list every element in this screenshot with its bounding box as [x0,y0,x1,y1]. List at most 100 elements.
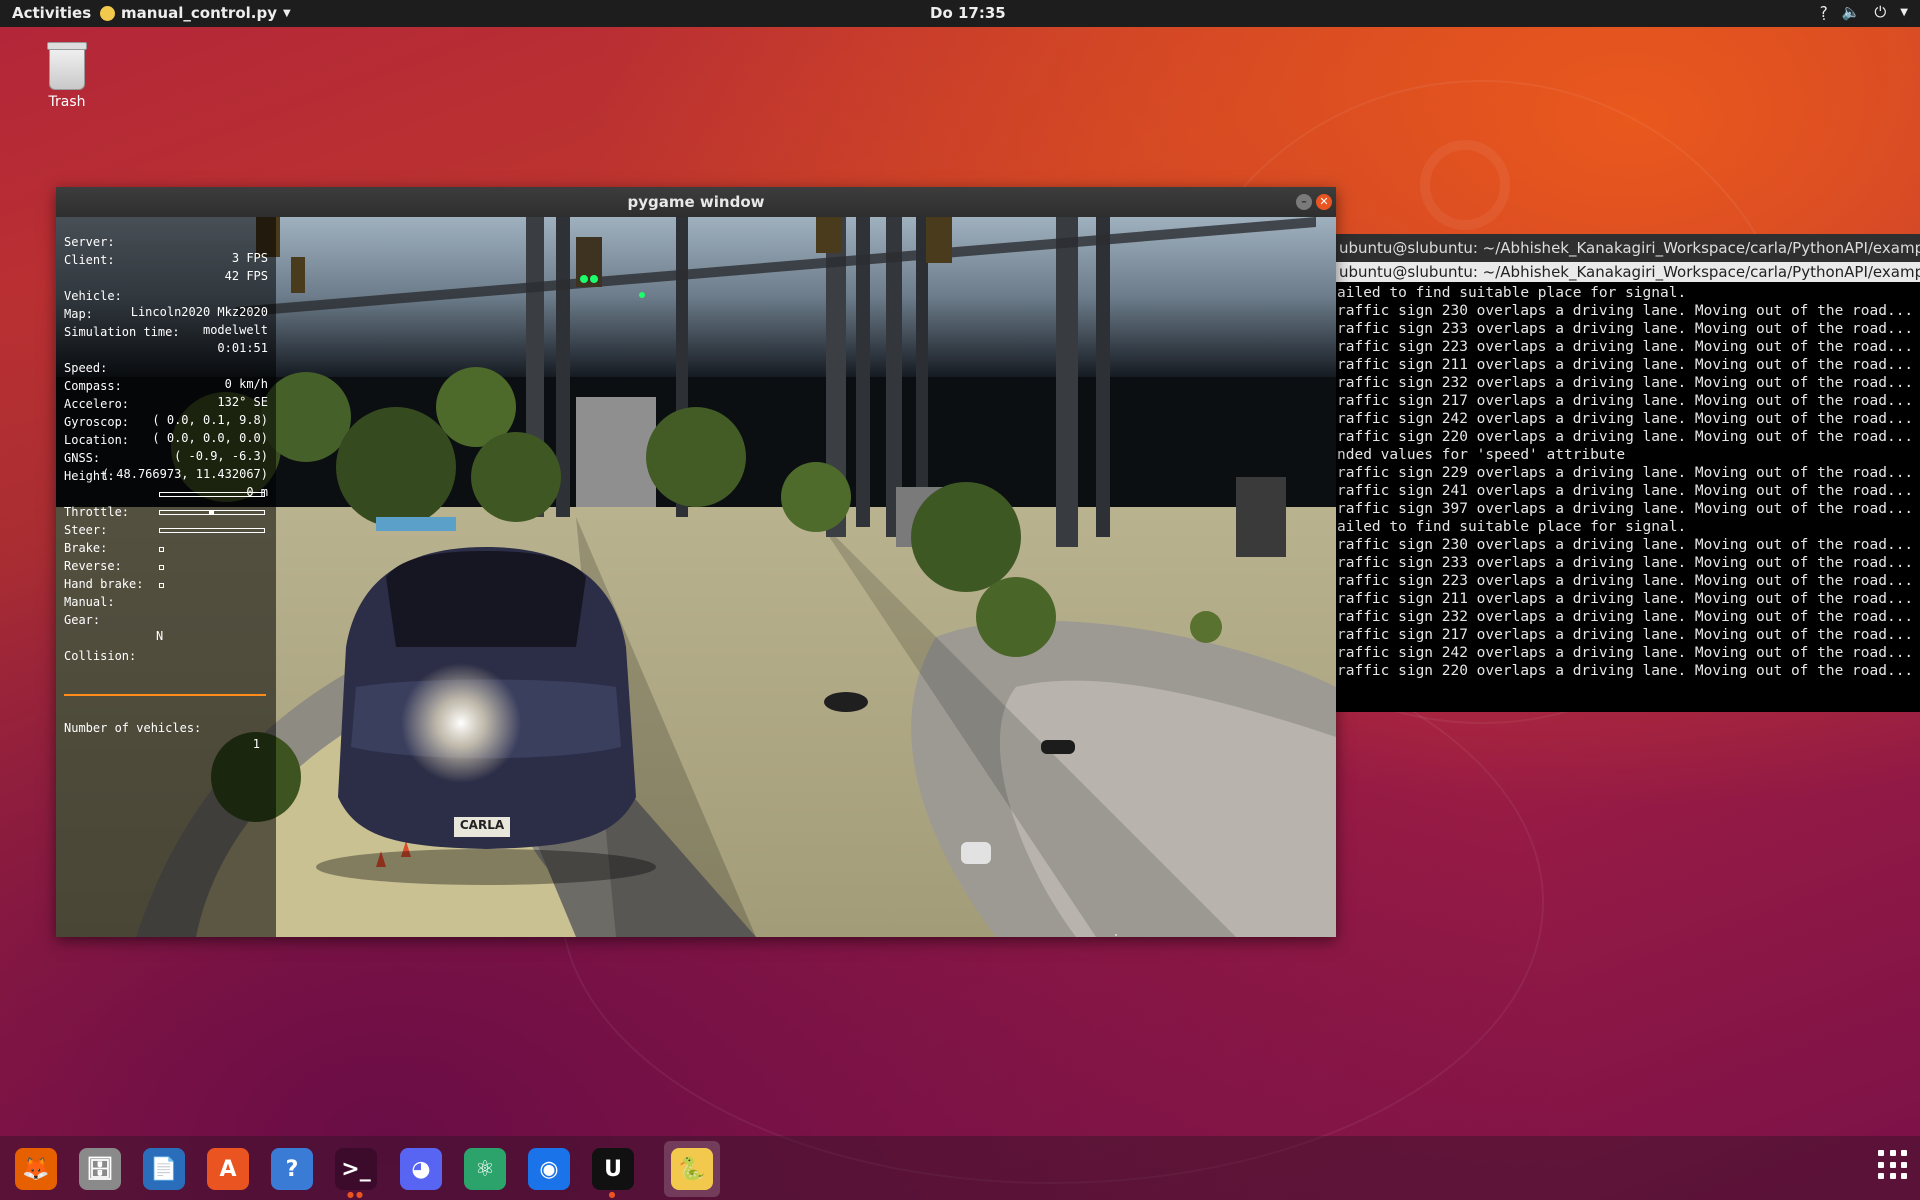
hud-label: Client: [64,253,115,267]
grid-dot [1878,1173,1884,1180]
dock-item-python-app[interactable]: 🐍 [664,1141,720,1197]
hud-reverse: Reverse: [64,542,268,573]
grid-dot [1901,1173,1908,1180]
terminal-line: raffic sign 229 overlaps a driving lane.… [1337,465,1914,481]
hud-compass: Compass: 132° SE [64,362,268,409]
terminal-line: raffic sign 397 overlaps a driving lane.… [1337,501,1914,517]
hud-gnss: GNSS: ( 48.766973, 11.432067) [64,434,268,481]
dock-item-chrome[interactable]: ◉ [521,1141,577,1197]
system-tray[interactable]: ?̣ 🔈 ⏻ ▼ [1820,3,1908,23]
terminal-line: raffic sign 232 overlaps a driving lane.… [1337,375,1914,391]
trash-icon [47,42,87,90]
window-title: pygame window [627,193,765,211]
dock-item-unreal-engine[interactable]: U ● [585,1141,641,1199]
terminal-line: raffic sign 232 overlaps a driving lane.… [1337,609,1914,625]
terminal-line: raffic sign 242 overlaps a driving lane.… [1337,411,1914,427]
close-button[interactable]: ✕ [1316,194,1332,210]
hud-client: Client: 42 FPS [64,236,268,283]
grid-dot [1901,1161,1908,1168]
terminal-line: raffic sign 220 overlaps a driving lane.… [1337,663,1914,679]
trash-desktop-icon[interactable]: Trash [40,42,94,110]
steer-bar [159,510,265,515]
simulation-view[interactable]: CARLA Server: 3 FPS Client: 42 FPS Vehic… [56,217,1336,937]
hud-label: Gear: [64,613,101,627]
brake-bar [159,528,265,533]
terminal-line: raffic sign 217 overlaps a driving lane.… [1337,627,1914,643]
running-indicator: ● [608,1190,618,1199]
volume-icon[interactable]: 🔈 [1842,3,1861,23]
dock-item-help[interactable]: ? [264,1141,320,1197]
terminal-line: raffic sign 223 overlaps a driving lane.… [1337,339,1914,355]
hud-throttle: Throttle: [64,488,268,519]
software-center-icon: A [207,1148,249,1190]
hand-brake-checkbox [159,565,164,570]
chrome-icon: ◉ [528,1148,570,1190]
grid-dot [1878,1150,1884,1156]
terminal-line: raffic sign 233 overlaps a driving lane.… [1337,555,1914,571]
terminal-window[interactable]: ubuntu@slubuntu: ~/Abhishek_Kanakagiri_W… [1335,234,1920,712]
dock: 🦊 🗄 📄 A? >_ ●● ◕ ⚛ ◉ U ● 🐍 [0,1136,1920,1200]
terminal-line: nded values for 'speed' attribute [1337,447,1626,463]
terminal-line: raffic sign 211 overlaps a driving lane.… [1337,591,1914,607]
terminal-line: raffic sign 241 overlaps a driving lane.… [1337,483,1914,499]
python-icon [100,5,115,21]
atom-icon: ⚛ [464,1148,506,1190]
hud-sim-time: Simulation time: 0:01:51 [64,308,268,355]
terminal-line: ailed to find suitable place for signal. [1337,285,1687,301]
writer-icon: 📄 [143,1148,185,1190]
dock-item-software-center[interactable]: A [200,1141,256,1197]
dock-item-files[interactable]: 🗄 [72,1141,128,1197]
power-icon[interactable]: ⏻ [1874,3,1886,23]
hud-label: Height: [64,469,115,483]
chevron-down-icon: ▼ [1900,7,1908,18]
chevron-down-icon: ▼ [282,7,291,19]
app-menu-label: manual_control.py [121,4,277,22]
wallpaper-ring [1420,140,1510,230]
terminal-line: raffic sign 223 overlaps a driving lane.… [1337,573,1914,589]
terminal-line: raffic sign 230 overlaps a driving lane.… [1337,303,1914,319]
hud-height: Height: -0 m [64,452,268,499]
hud-speed: Speed: 0 km/h [64,344,268,391]
hud-collision: Collision: [64,632,268,663]
terminal-line: ailed to find suitable place for signal. [1337,519,1687,535]
app-menu[interactable]: manual_control.py ▼ [100,4,291,22]
pygame-window[interactable]: pygame window – ✕ CARLA Server: 3 FPS Cl… [56,187,1336,937]
hud-label: Collision: [64,649,137,663]
hud-location: Location: ( -0.9, -6.3) [64,416,268,463]
hud-panel: Server: 3 FPS Client: 42 FPS Vehicle: Li… [56,217,276,937]
dock-item-firefox[interactable]: 🦊 [8,1141,64,1197]
hud-map: Map: modelwelt [64,290,268,337]
dock-item-atom[interactable]: ⚛ [457,1141,513,1197]
firefox-icon: 🦊 [15,1148,57,1190]
grid-dot [1878,1161,1884,1168]
collision-graph [64,694,266,696]
hud-value: modelwelt [202,323,268,337]
clock[interactable]: Do 17:35 [930,4,1006,22]
activities-button[interactable]: Activities [12,4,91,22]
hud-value: 1 [252,737,260,751]
discord-icon: ◕ [400,1148,442,1190]
running-indicator: ●● [347,1190,365,1199]
show-applications-icon[interactable] [1878,1150,1908,1180]
terminal-titlebar[interactable]: ubuntu@slubuntu: ~/Abhishek_Kanakagiri_W… [1335,234,1920,262]
manual-checkbox [159,583,164,588]
pygame-titlebar[interactable]: pygame window – ✕ [56,187,1336,217]
dock-item-writer[interactable]: 📄 [136,1141,192,1197]
hud-value: 3 FPS [231,251,268,265]
terminal-output[interactable]: ailed to find suitable place for signal.… [1335,282,1920,712]
minimize-button[interactable]: – [1296,194,1312,210]
hud-accelero: Accelero: ( 0.0, 0.1, 9.8) [64,380,268,427]
dock-item-terminal[interactable]: >_ ●● [328,1141,384,1199]
reverse-checkbox [159,547,164,552]
unreal-engine-icon: U [592,1148,634,1190]
top-panel: Activities manual_control.py ▼ Do 17:35 … [0,0,1920,27]
accessibility-icon[interactable]: ?̣ [1820,3,1828,23]
trash-label: Trash [48,94,86,110]
python-app-icon: 🐍 [671,1148,713,1190]
grid-dot [1901,1150,1908,1156]
files-icon: 🗄 [79,1148,121,1190]
dock-item-discord[interactable]: ◕ [393,1141,449,1197]
grid-dot [1889,1161,1896,1168]
terminal-tab[interactable]: ubuntu@slubuntu: ~/Abhishek_Kanakagiri_W… [1335,262,1920,282]
terminal-line: raffic sign 233 overlaps a driving lane.… [1337,321,1914,337]
